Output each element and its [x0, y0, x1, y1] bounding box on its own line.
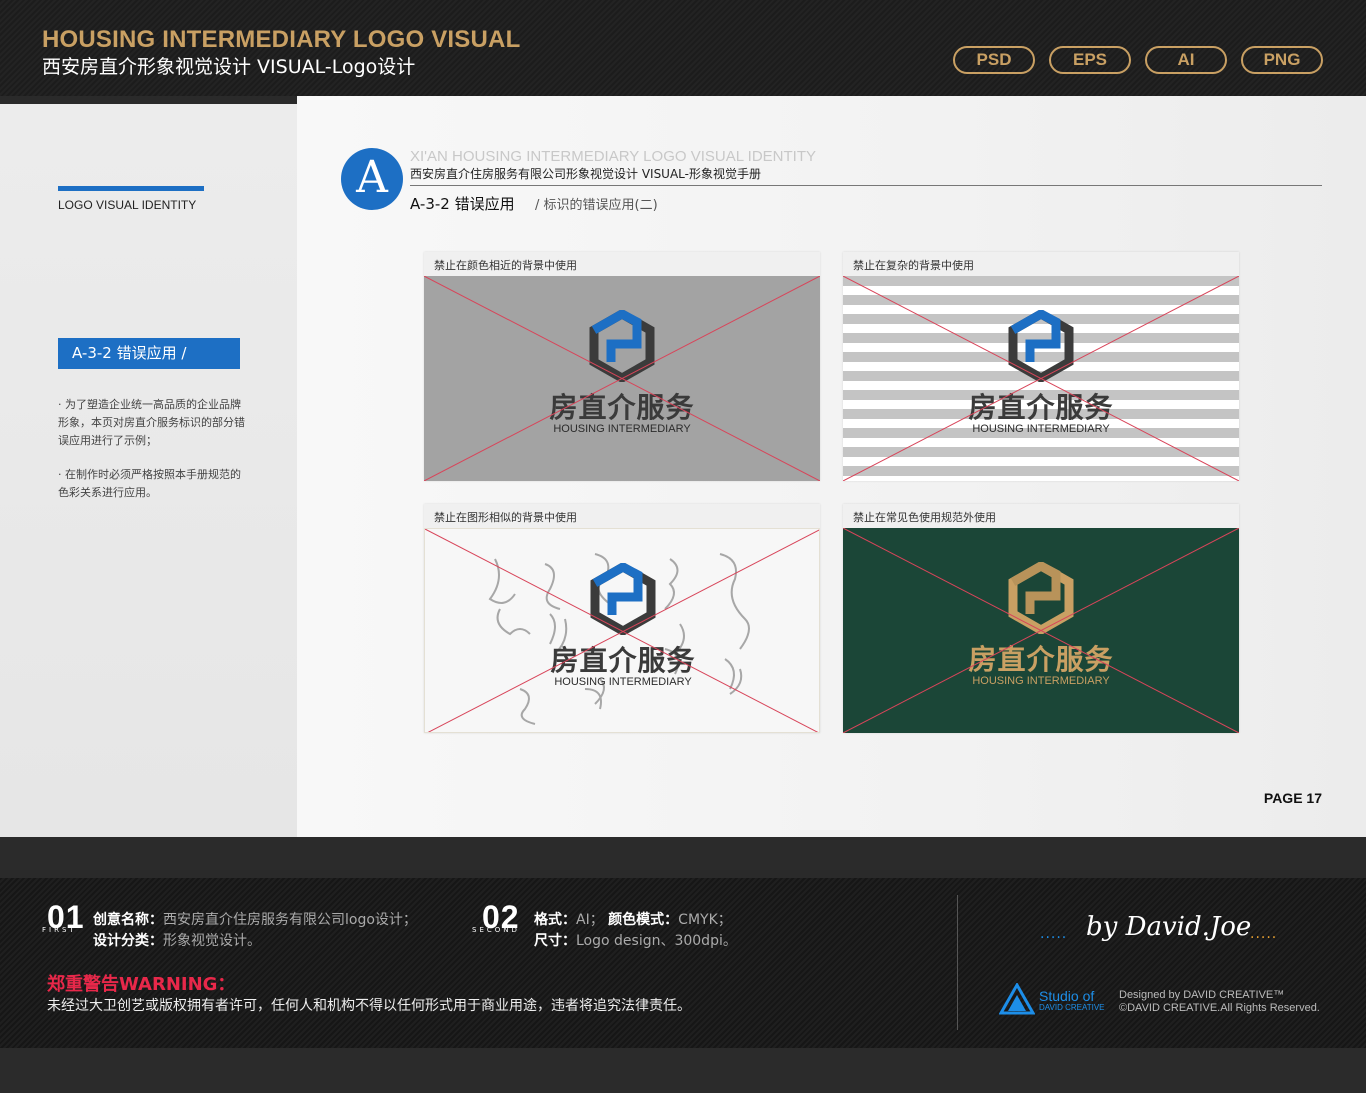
- panel-striped-background: 房直介服务 HOUSING INTERMEDIARY: [843, 276, 1239, 481]
- creative-name-value: 西安房直介住房服务有限公司logo设计；: [163, 912, 417, 928]
- section-tag: A-3-2 错误应用 /: [58, 338, 240, 369]
- panel-calligraphy-background: 房直介服务 HOUSING INTERMEDIARY: [424, 528, 820, 733]
- format-label: 格式：: [534, 912, 576, 928]
- size-value: Logo design、300dpi。: [576, 933, 737, 949]
- warning-title: 郑重警告WARNING：: [47, 974, 236, 995]
- footer-item2-size: 尺寸：Logo design、300dpi。: [534, 930, 737, 950]
- header-title-en: HOUSING INTERMEDIARY LOGO VISUAL: [42, 26, 521, 53]
- footer-band: [0, 837, 1366, 870]
- color-mode-value: CMYK；: [678, 912, 732, 928]
- footer-item1-category: 设计分类：形象视觉设计。: [93, 930, 261, 950]
- main-content: A XI'AN HOUSING INTERMEDIARY LOGO VISUAL…: [297, 96, 1366, 837]
- page-number: PAGE 17: [1263, 790, 1322, 806]
- footer-divider: [957, 895, 958, 1030]
- format-eps-button[interactable]: EPS: [1049, 46, 1131, 74]
- panel-complex-background: 禁止在复杂的背景中使用 房直介服务 HOUSING INTERMEDIARY: [843, 252, 1239, 481]
- page-header: HOUSING INTERMEDIARY LOGO VISUAL 西安房直介形象…: [0, 0, 1366, 96]
- studio-brand: DAVID CREATIVE: [1039, 1003, 1105, 1012]
- panel-green-background: 房直介服务 HOUSING INTERMEDIARY: [843, 528, 1239, 733]
- panel-caption: 禁止在常见色使用规范外使用: [853, 511, 996, 524]
- format-value: AI；: [576, 912, 604, 928]
- sidebar-note-2: · 在制作时必须严格按照本手册规范的色彩关系进行应用。: [58, 468, 241, 499]
- right-dots-decoration: ·····: [1250, 930, 1278, 946]
- panel-caption: 禁止在图形相似的背景中使用: [434, 511, 577, 524]
- signature: by David.Joe: [1086, 912, 1252, 942]
- panel-nonstandard-color: 禁止在常见色使用规范外使用 房直介服务 HOUSING INTERMEDIARY: [843, 504, 1239, 733]
- bottom-strip: [0, 1048, 1366, 1093]
- footer-item2-format: 格式：AI； 颜色模式：CMYK；: [534, 909, 732, 929]
- panel-gray-background: 房直介服务 HOUSING INTERMEDIARY: [424, 276, 820, 481]
- doc-title-cn: 西安房直介住房服务有限公司形象视觉设计 VISUAL-形象视觉手册: [410, 167, 761, 181]
- footer-item1-name: 创意名称：西安房直介住房服务有限公司logo设计；: [93, 909, 417, 929]
- sidebar-heading: LOGO VISUAL IDENTITY: [58, 198, 197, 212]
- doc-subtitle: A-3-2 错误应用: [410, 195, 515, 213]
- panel-caption: 禁止在颜色相近的背景中使用: [434, 259, 577, 272]
- sidebar: LOGO VISUAL IDENTITY A-3-2 错误应用 / · 为了塑造…: [0, 104, 297, 837]
- color-mode-label: 颜色模式：: [608, 912, 679, 928]
- panel-caption: 禁止在复杂的背景中使用: [853, 259, 974, 272]
- studio-name: Studio of: [1039, 988, 1095, 1004]
- category-label: 设计分类：: [93, 933, 163, 949]
- designer-credit: Designed by DAVID CREATIVE™: [1119, 989, 1285, 1001]
- sidebar-note-1: · 为了塑造企业统一高品质的企业品牌形象，本页对房直介服务标识的部分错误应用进行…: [58, 398, 245, 447]
- doc-title-en: XI'AN HOUSING INTERMEDIARY LOGO VISUAL I…: [410, 148, 816, 165]
- format-psd-button[interactable]: PSD: [953, 46, 1035, 74]
- doc-subtitle-detail: / 标识的错误应用(二): [535, 198, 658, 213]
- footer-item1-ordinal: FIRST: [42, 926, 77, 934]
- footer: [0, 878, 1366, 1048]
- warning-text: 未经过大卫创艺或版权拥有者许可，任何人和机构不得以任何形式用于商业用途，违者将追…: [47, 998, 691, 1014]
- sidebar-accent-bar: [58, 186, 204, 191]
- prohibited-cross-icon: [843, 528, 1239, 733]
- prohibited-cross-icon: [424, 276, 820, 481]
- prohibited-cross-icon: [425, 529, 819, 732]
- section-badge: A: [341, 148, 403, 210]
- size-label: 尺寸：: [534, 933, 576, 949]
- panel-similar-color: 禁止在颜色相近的背景中使用 房直介服务 HOUSING INTERMEDIARY: [424, 252, 820, 481]
- left-dots-decoration: ·····: [1040, 930, 1068, 946]
- creative-name-label: 创意名称：: [93, 912, 163, 928]
- prohibited-cross-icon: [843, 276, 1239, 481]
- studio-logo-icon: [999, 983, 1035, 1015]
- header-title-cn: 西安房直介形象视觉设计 VISUAL-Logo设计: [42, 56, 416, 78]
- copyright-notice: ©DAVID CREATIVE.All Rights Reserved.: [1119, 1002, 1320, 1014]
- format-png-button[interactable]: PNG: [1241, 46, 1323, 74]
- panel-similar-shape: 禁止在图形相似的背景中使用 房直介服务 HOUSING INTERMEDIARY: [424, 504, 820, 733]
- format-ai-button[interactable]: AI: [1145, 46, 1227, 74]
- title-divider: [410, 185, 1322, 186]
- footer-item2-ordinal: SECOND: [472, 926, 520, 934]
- category-value: 形象视觉设计。: [163, 933, 261, 949]
